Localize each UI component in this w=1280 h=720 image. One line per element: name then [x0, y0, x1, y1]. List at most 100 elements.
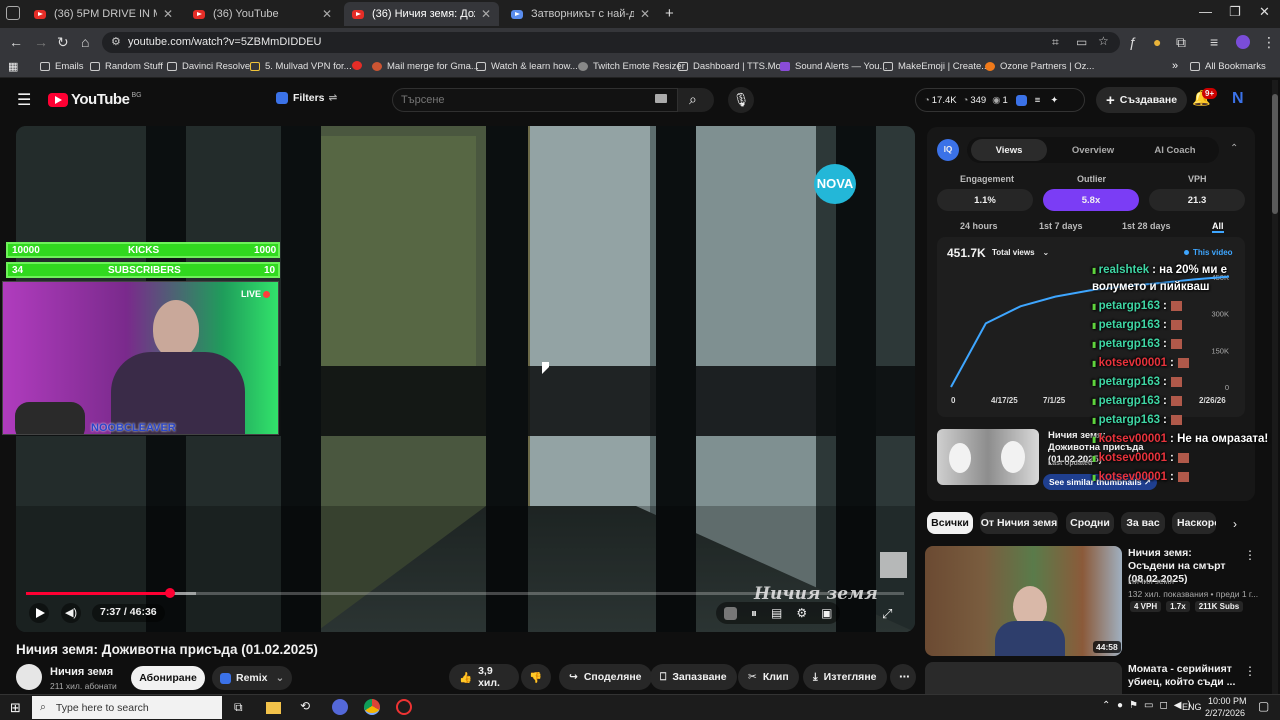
tab-2[interactable]: (36) YouTube ✕: [185, 2, 340, 26]
bookmark-davinci[interactable]: Davinci Resolve: [167, 61, 250, 72]
page-scrollbar[interactable]: [1272, 80, 1278, 694]
site-info-icon[interactable]: ⚙: [111, 35, 121, 48]
reading-list-icon[interactable]: ≡: [1210, 34, 1218, 50]
chip-for-you[interactable]: За вас: [1121, 512, 1165, 534]
like-button[interactable]: 👍 3,9 хил.: [449, 664, 519, 690]
collapse-chevron-icon[interactable]: ⌃: [1230, 143, 1238, 154]
rec-thumbnail-2[interactable]: [925, 662, 1122, 694]
scrubber-handle[interactable]: [164, 588, 175, 598]
channel-watermark[interactable]: [880, 552, 907, 578]
chip-related[interactable]: Сродни: [1066, 512, 1114, 534]
tab-3-active[interactable]: (36) Ничия земя: Доживотна✕: [344, 2, 499, 26]
voice-search-button[interactable]: 🎙: [728, 87, 754, 113]
address-bar[interactable]: ⚙ youtube.com/watch?v=5ZBMmDIDDEU ⌗ ▭ ☆: [102, 32, 1120, 53]
close-tab-icon[interactable]: ✕: [481, 7, 491, 21]
bookmark-tts[interactable]: Dashboard | TTS.Mo...: [678, 61, 789, 72]
file-explorer-icon[interactable]: [266, 702, 281, 714]
all-bookmarks[interactable]: All Bookmarks: [1190, 61, 1266, 72]
extensions-puzzle-icon[interactable]: ⧉: [1176, 34, 1186, 51]
vidiq-icon[interactable]: [1015, 94, 1027, 106]
minimize-button[interactable]: —: [1199, 4, 1212, 19]
restore-button[interactable]: ❐: [1229, 4, 1241, 20]
chip-all[interactable]: Всички: [927, 512, 973, 534]
forward-icon[interactable]: →: [34, 34, 48, 50]
bookmark-emails[interactable]: Emails: [40, 61, 84, 72]
play-button[interactable]: [29, 603, 49, 623]
channel-name[interactable]: Ничия земя: [50, 666, 113, 678]
back-icon[interactable]: ←: [9, 34, 23, 50]
rec-menu-icon[interactable]: ⋮: [1244, 548, 1256, 562]
notification-center-icon[interactable]: ▢: [1258, 699, 1269, 713]
volume-button[interactable]: ◀): [61, 603, 81, 623]
more-actions-button[interactable]: ⋯: [890, 664, 916, 690]
bookmark-mail-merge[interactable]: Mail merge for Gma...: [372, 61, 479, 72]
app-icon[interactable]: [396, 699, 412, 715]
clock-time[interactable]: 10:00 PM: [1208, 696, 1247, 706]
home-icon[interactable]: ⌂: [81, 34, 89, 50]
vph-value[interactable]: 21.3: [1149, 189, 1245, 211]
range-28d[interactable]: 1st 28 days: [1122, 221, 1171, 231]
keyboard-icon[interactable]: [655, 94, 667, 103]
tab-4[interactable]: Затворникът с най-дълъг стаж✕: [503, 2, 658, 26]
chrome-icon[interactable]: [364, 699, 380, 715]
app-icon[interactable]: ⟲: [300, 699, 310, 713]
extension-icon[interactable]: ●: [1153, 34, 1161, 50]
miniplayer-icon[interactable]: ▣: [821, 606, 832, 620]
menu-icon[interactable]: ⋮: [1262, 34, 1276, 51]
dislike-button[interactable]: 👎: [521, 664, 551, 690]
download-button[interactable]: ⤓ Изтегляне: [803, 664, 887, 690]
close-tab-icon[interactable]: ✕: [322, 7, 332, 21]
tab-1[interactable]: (36) 5PM DRIVE IN MURDERED✕: [26, 2, 181, 26]
reload-icon[interactable]: ↻: [57, 34, 69, 51]
close-tab-icon[interactable]: ✕: [163, 7, 173, 21]
chips-next-icon[interactable]: ›: [1233, 517, 1237, 531]
account-avatar[interactable]: N: [1232, 90, 1248, 108]
rec-menu-icon[interactable]: ⋮: [1244, 664, 1256, 678]
vidiq-player-icon[interactable]: [724, 606, 737, 620]
profile-avatar[interactable]: [1236, 35, 1250, 49]
task-view-icon[interactable]: ⧉: [234, 700, 243, 715]
subtitles-icon[interactable]: ▤: [771, 606, 782, 620]
bookmark-watch-learn[interactable]: Watch & learn how...: [476, 61, 578, 72]
tab-search-icon[interactable]: [6, 6, 20, 20]
bookmark-mullvad[interactable]: 5. Mullvad VPN for...: [250, 61, 352, 72]
pause-circle-icon[interactable]: ⏸: [751, 606, 757, 621]
save-button[interactable]: ⎕ Запазване: [650, 664, 737, 690]
bookmark-sound-alerts[interactable]: Sound Alerts — You...: [780, 61, 887, 72]
taskbar-search-box[interactable]: ⌕ Type here to search: [32, 696, 222, 719]
rec-thumbnail[interactable]: 44:58: [925, 546, 1122, 656]
windows-start-icon[interactable]: ⊞: [10, 700, 21, 716]
thumbnail-preview[interactable]: [937, 429, 1039, 485]
more-bookmarks-icon[interactable]: »: [1172, 60, 1178, 72]
range-24h[interactable]: 24 hours: [960, 221, 998, 231]
remix-button[interactable]: Remix ⌄: [212, 666, 293, 690]
range-7d[interactable]: 1st 7 days: [1039, 221, 1083, 231]
rec-title-2[interactable]: Момата - серийният убиец, който съди ...: [1128, 663, 1240, 689]
app-icon[interactable]: [332, 699, 348, 715]
bookmark-makeemoji[interactable]: MakeEmoji | Create...: [883, 61, 989, 72]
engagement-value[interactable]: 1.1%: [937, 189, 1033, 211]
language-indicator[interactable]: ENG: [1182, 702, 1202, 712]
channel-avatar[interactable]: [16, 664, 42, 690]
create-button[interactable]: + Създаване: [1096, 87, 1188, 113]
subscribe-button[interactable]: Абониране: [131, 666, 205, 690]
bookmark-random-stuff[interactable]: Random Stuff: [90, 61, 163, 72]
list-icon[interactable]: ≡: [1035, 95, 1041, 106]
share-button[interactable]: ↪ Споделяне: [559, 664, 652, 690]
vidiq-filters-button[interactable]: Filters ⇌: [276, 92, 337, 104]
apps-icon[interactable]: ▦: [8, 60, 18, 73]
bookmark-twitch-emote[interactable]: Twitch Emote Resizer: [578, 61, 685, 72]
range-all[interactable]: All: [1212, 221, 1224, 233]
bookmark-star-icon[interactable]: ☆: [1098, 34, 1109, 48]
youtube-logo[interactable]: YouTube BG: [48, 91, 142, 108]
search-input[interactable]: [401, 92, 641, 108]
rocket-icon[interactable]: ✦: [1050, 95, 1058, 106]
close-tab-icon[interactable]: ✕: [640, 7, 650, 21]
chip-from-channel[interactable]: От Ничия земя: [980, 512, 1058, 534]
clip-button[interactable]: ✂ Клип: [738, 664, 799, 690]
install-icon[interactable]: ▭: [1076, 35, 1087, 49]
tray-chevron-icon[interactable]: ⌃: [1102, 700, 1110, 711]
translate-icon[interactable]: ⌗: [1052, 35, 1059, 50]
clock-date[interactable]: 2/27/2026: [1205, 708, 1245, 718]
tab-views[interactable]: Views: [971, 139, 1047, 161]
